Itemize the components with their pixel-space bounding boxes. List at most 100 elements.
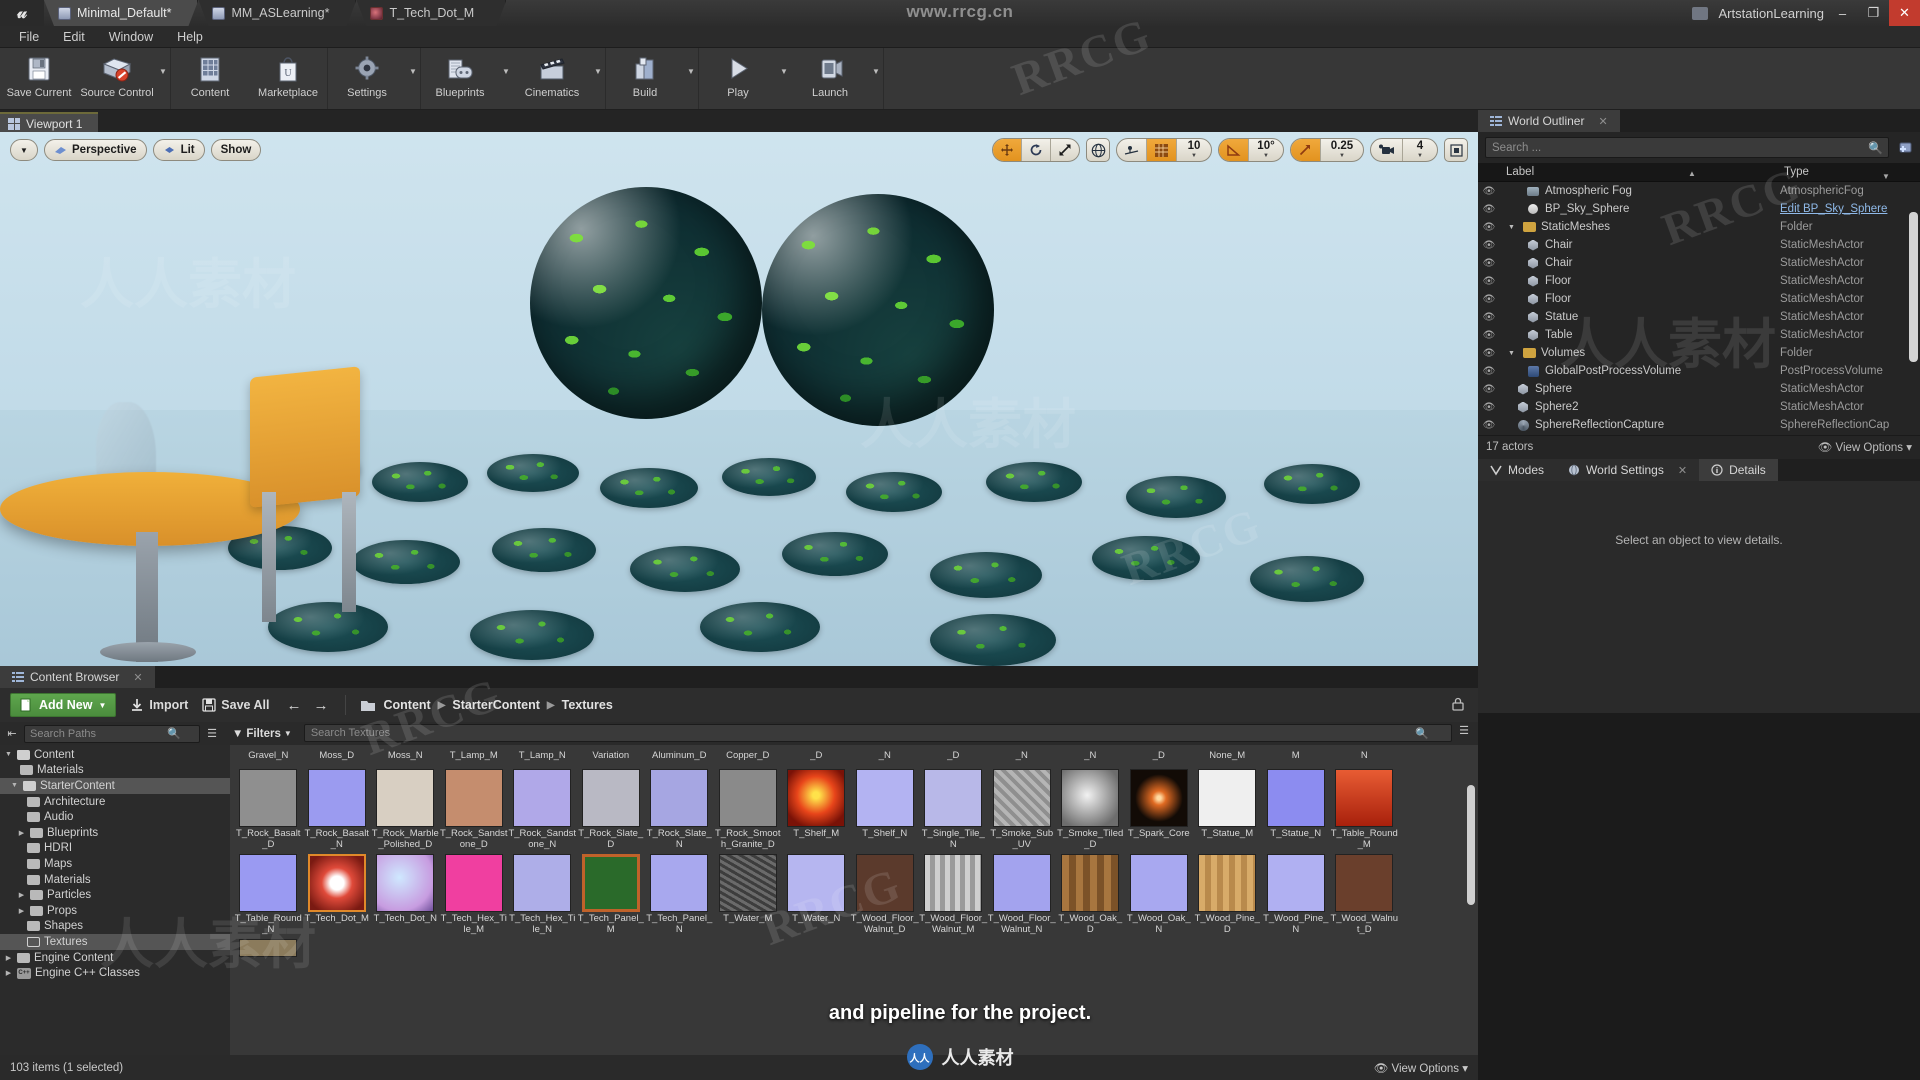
add-new-button[interactable]: Add New ▼ bbox=[10, 693, 117, 717]
show-flags-button[interactable]: Show bbox=[210, 139, 262, 161]
coordinate-system-toggle[interactable] bbox=[1086, 138, 1110, 162]
asset-tile[interactable]: T_Wood_Oak_N bbox=[1125, 852, 1194, 935]
asset-tile[interactable]: T_Statue_N bbox=[1262, 767, 1331, 850]
outliner-row[interactable]: 👁 BP_Sky_Sphere Edit BP_Sky_Sphere bbox=[1478, 200, 1920, 218]
cinematics-button[interactable]: Cinematics bbox=[513, 48, 591, 109]
outliner-list[interactable]: 👁 Atmospheric Fog AtmosphericFog 👁 BP_Sky_S… bbox=[1478, 182, 1920, 435]
tree-item-textures[interactable]: Textures bbox=[0, 934, 230, 950]
tree-item-hdri[interactable]: HDRI bbox=[0, 841, 230, 857]
asset-tile[interactable]: T_Water_M bbox=[714, 852, 783, 935]
tree-item-audio[interactable]: Audio bbox=[0, 809, 230, 825]
asset-tile[interactable]: T_Lamp_M bbox=[440, 747, 509, 762]
editor-tab-level[interactable]: Minimal_Default* bbox=[44, 0, 198, 26]
tree-item-materials-sc[interactable]: Materials bbox=[0, 872, 230, 888]
editor-tab-texture[interactable]: T_Tech_Dot_M bbox=[356, 0, 506, 26]
menu-window[interactable]: Window bbox=[98, 28, 164, 46]
back-button[interactable]: ← bbox=[283, 697, 304, 714]
visibility-toggle-icon[interactable]: 👁 bbox=[1478, 186, 1500, 197]
transform-mode-group[interactable] bbox=[992, 138, 1080, 162]
tab-details[interactable]: Details bbox=[1699, 459, 1778, 481]
visibility-toggle-icon[interactable]: 👁 bbox=[1478, 420, 1500, 431]
visibility-toggle-icon[interactable]: 👁 bbox=[1478, 222, 1500, 233]
outliner-row[interactable]: 👁 Sphere StaticMeshActor bbox=[1478, 380, 1920, 398]
tree-item-startercontent[interactable]: ▼ StarterContent bbox=[0, 778, 230, 794]
outliner-row[interactable]: 👁 Table StaticMeshActor bbox=[1478, 326, 1920, 344]
settings-button[interactable]: Settings bbox=[328, 48, 406, 109]
asset-grid-scrollbar[interactable] bbox=[1467, 785, 1475, 905]
expander-icon[interactable]: ▼ bbox=[4, 751, 13, 758]
asset-tile[interactable]: T_Rock_Smooth_Granite_D bbox=[714, 767, 783, 850]
menu-file[interactable]: File bbox=[8, 28, 50, 46]
asset-tile[interactable]: None_M bbox=[1193, 747, 1262, 762]
menu-help[interactable]: Help bbox=[166, 28, 214, 46]
outliner-row[interactable]: 👁 Floor StaticMeshActor bbox=[1478, 272, 1920, 290]
save-all-button[interactable]: Save All bbox=[202, 698, 269, 712]
asset-tile[interactable]: _D bbox=[782, 747, 851, 762]
collapse-paths-icon[interactable]: ⇤ bbox=[4, 725, 20, 742]
visibility-toggle-icon[interactable]: 👁 bbox=[1478, 330, 1500, 341]
asset-tile[interactable]: _D bbox=[919, 747, 988, 762]
tab-content-browser[interactable]: Content Browser ✕ bbox=[0, 666, 155, 688]
asset-tile[interactable]: _D bbox=[1125, 747, 1194, 762]
tree-item-props[interactable]: ▶ Props bbox=[0, 903, 230, 919]
close-icon[interactable]: ✕ bbox=[1598, 115, 1607, 128]
asset-tile[interactable]: T_Tech_Dot_N bbox=[371, 852, 440, 935]
outliner-scrollbar[interactable] bbox=[1909, 212, 1918, 362]
asset-tile[interactable]: M bbox=[1262, 747, 1331, 762]
source-control-dropdown[interactable]: ▼ bbox=[156, 48, 170, 109]
asset-tile[interactable]: T_Smoke_Tiled_D bbox=[1056, 767, 1125, 850]
asset-tile[interactable]: T_Smoke_Sub_UV bbox=[988, 767, 1057, 850]
asset-tile[interactable]: Variation bbox=[577, 747, 646, 762]
scale-snap-value[interactable]: 0.25 ▼ bbox=[1321, 139, 1363, 161]
outliner-search-input[interactable]: Search ... 🔍 bbox=[1485, 137, 1889, 158]
cinematics-dropdown[interactable]: ▼ bbox=[591, 48, 605, 109]
asset-tile[interactable]: T_Shelf_N bbox=[851, 767, 920, 850]
translate-mode-icon[interactable] bbox=[993, 139, 1022, 161]
tab-modes[interactable]: Modes bbox=[1478, 459, 1557, 481]
launch-button[interactable]: Launch bbox=[791, 48, 869, 109]
asset-tile[interactable]: T_Wood_Pine_D bbox=[1193, 852, 1262, 935]
cb-view-options-button[interactable]: 👁 View Options ▾ bbox=[1374, 1061, 1468, 1075]
column-label[interactable]: Label ▲ bbox=[1478, 166, 1780, 178]
asset-tile[interactable]: _N bbox=[1056, 747, 1125, 762]
close-icon[interactable]: ✕ bbox=[133, 671, 142, 684]
blueprints-button[interactable]: Blueprints bbox=[421, 48, 499, 109]
tree-item-engine-content[interactable]: ▶ Engine Content bbox=[0, 950, 230, 966]
outliner-row[interactable]: 👁 Atmospheric Fog AtmosphericFog bbox=[1478, 182, 1920, 200]
visibility-toggle-icon[interactable]: 👁 bbox=[1478, 276, 1500, 287]
minimize-button[interactable]: – bbox=[1827, 0, 1858, 26]
asset-tile[interactable]: T_Wood_Floor_Walnut_M bbox=[919, 852, 988, 935]
asset-tile[interactable]: T_Table_Round_M bbox=[1330, 767, 1399, 850]
asset-tile[interactable]: T_Shelf_M bbox=[782, 767, 851, 850]
asset-tile[interactable]: T_Tech_Panel_N bbox=[645, 852, 714, 935]
paths-tree[interactable]: ▼ Content Materials ▼ StarterContent Archi… bbox=[0, 745, 230, 1055]
marketplace-button[interactable]: U Marketplace bbox=[249, 48, 327, 109]
tree-item-architecture[interactable]: Architecture bbox=[0, 794, 230, 810]
outliner-row-edit-link[interactable]: Edit BP_Sky_Sphere bbox=[1780, 203, 1920, 215]
asset-tile[interactable]: T_Lamp_N bbox=[508, 747, 577, 762]
expander-icon[interactable]: ▼ bbox=[10, 782, 19, 789]
grid-snap-group[interactable]: 10 ▼ bbox=[1116, 138, 1212, 162]
camera-speed-icon[interactable] bbox=[1371, 139, 1403, 161]
asset-tile[interactable]: T_Wood_Floor_Walnut_N bbox=[988, 852, 1057, 935]
maximize-viewport-button[interactable] bbox=[1444, 138, 1468, 162]
asset-tile[interactable]: T_Rock_Slate_D bbox=[577, 767, 646, 850]
visibility-toggle-icon[interactable]: 👁 bbox=[1478, 348, 1500, 359]
asset-tile[interactable]: _N bbox=[851, 747, 920, 762]
tree-item-content[interactable]: ▼ Content bbox=[0, 747, 230, 763]
tree-item-particles[interactable]: ▶ Particles bbox=[0, 887, 230, 903]
asset-tile[interactable]: T_Table_Round_N bbox=[234, 852, 303, 935]
forward-button[interactable]: → bbox=[310, 697, 331, 714]
view-mode-button[interactable]: Lit bbox=[152, 139, 205, 161]
outliner-row[interactable]: 👁 Statue StaticMeshActor bbox=[1478, 308, 1920, 326]
outliner-row[interactable]: 👁 ▼ StaticMeshes Folder bbox=[1478, 218, 1920, 236]
paths-search-input[interactable]: Search Paths 🔍 bbox=[24, 724, 200, 743]
visibility-toggle-icon[interactable]: 👁 bbox=[1478, 312, 1500, 323]
asset-tile[interactable]: T_Rock_Marble_Polished_D bbox=[371, 767, 440, 850]
asset-view-options-icon[interactable]: ☰ bbox=[1456, 722, 1472, 739]
import-button[interactable]: Import bbox=[130, 698, 188, 712]
asset-tile[interactable]: T_Rock_Sandstone_N bbox=[508, 767, 577, 850]
launch-dropdown[interactable]: ▼ bbox=[869, 48, 883, 109]
scale-snap-toggle[interactable] bbox=[1291, 139, 1321, 161]
tab-world-settings[interactable]: World Settings ✕ bbox=[1556, 459, 1700, 481]
